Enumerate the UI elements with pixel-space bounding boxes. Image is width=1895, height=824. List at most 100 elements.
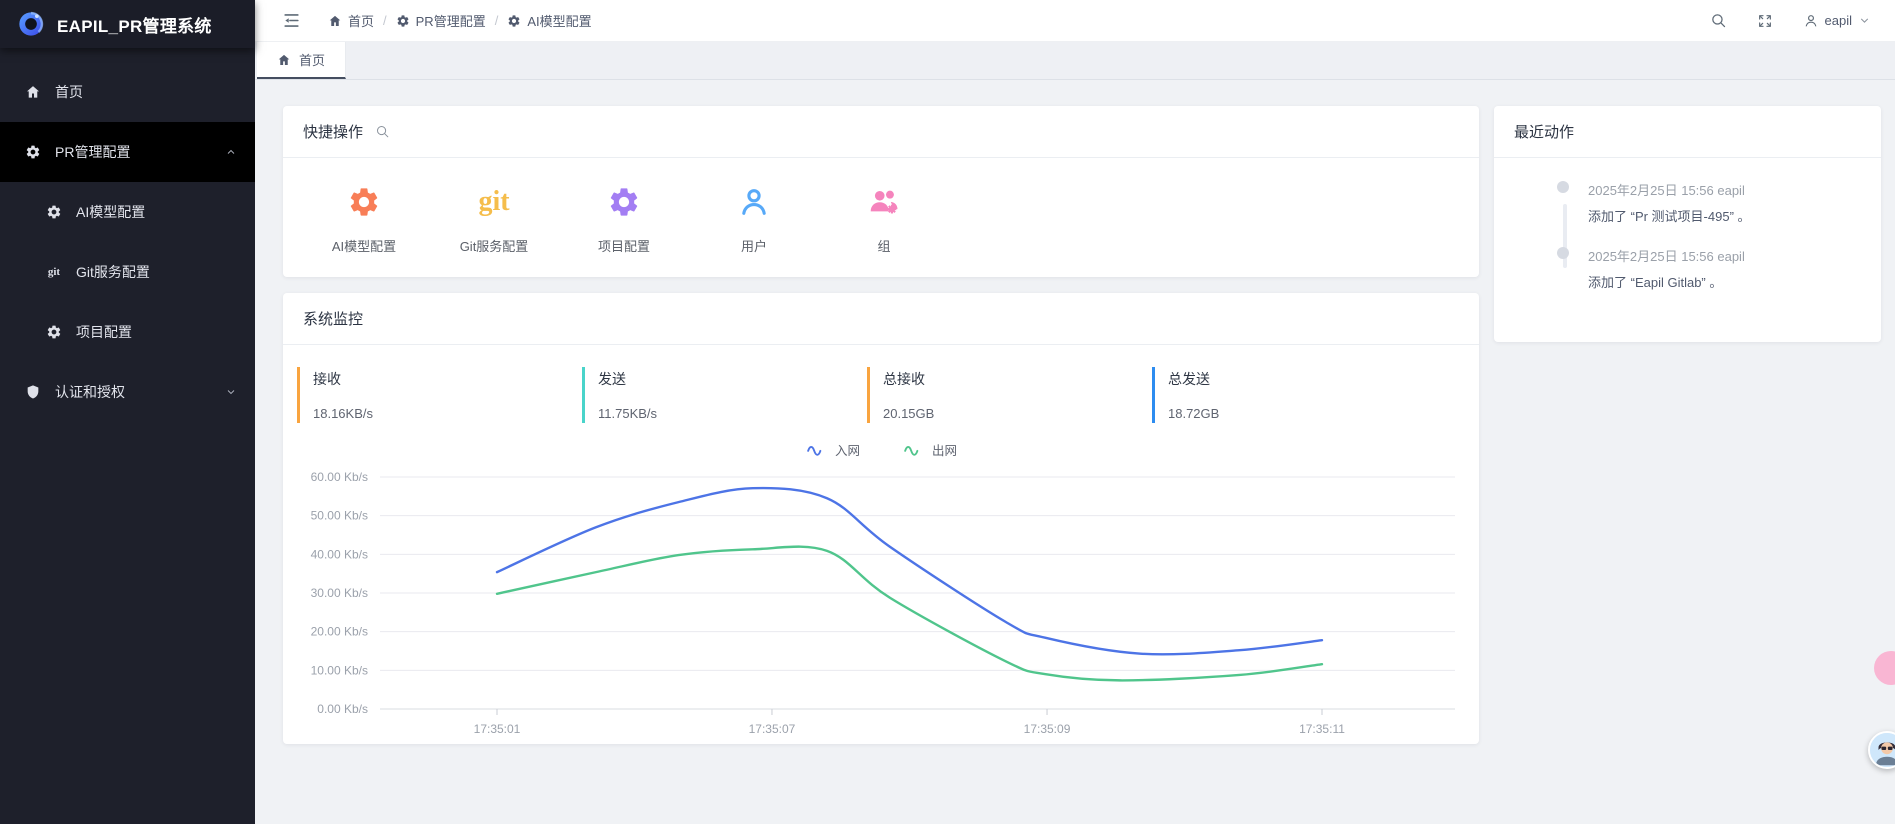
stat-label: 发送 (598, 369, 867, 389)
legend-item-inbound[interactable]: 入网 (805, 440, 860, 459)
shield-icon (25, 384, 41, 400)
quick-action-label: 用户 (741, 236, 767, 255)
svg-text:17:35:11: 17:35:11 (1299, 722, 1345, 736)
breadcrumb-label: PR管理配置 (416, 11, 486, 30)
stat-receive: 接收 18.16KB/s (297, 367, 582, 423)
gear-icon (46, 324, 62, 340)
stat-total-receive: 总接收 20.15GB (867, 367, 1152, 423)
quick-action-label: AI模型配置 (332, 236, 396, 255)
card-title: 最近动作 (1514, 121, 1574, 142)
breadcrumb-pr-config[interactable]: PR管理配置 (396, 11, 486, 30)
breadcrumb-ai-model-config[interactable]: AI模型配置 (507, 11, 591, 30)
svg-text:17:35:09: 17:35:09 (1024, 722, 1071, 736)
quick-action-label: Git服务配置 (460, 236, 529, 255)
app-logo-icon (16, 9, 46, 39)
quick-actions-header: 快捷操作 (283, 106, 1479, 158)
git-icon: git (46, 266, 62, 278)
svg-text:17:35:07: 17:35:07 (749, 722, 796, 736)
user-icon (737, 185, 771, 219)
logo-bar[interactable]: EAPIL_PR管理系统 (0, 0, 255, 48)
user-icon (1803, 13, 1819, 29)
search-button[interactable] (1710, 12, 1727, 29)
stat-total-send: 总发送 18.72GB (1152, 367, 1437, 423)
quick-action-users[interactable]: 用户 (689, 184, 819, 255)
chevron-down-icon (225, 386, 237, 398)
sidebar-collapse-button[interactable] (282, 11, 301, 30)
chart-legend: 入网 出网 (283, 440, 1479, 459)
navbar-right: eapil (1710, 12, 1871, 29)
network-traffic-chart: 0.00 Kb/s10.00 Kb/s20.00 Kb/s30.00 Kb/s4… (283, 459, 1479, 744)
timeline-text: 添加了 “Pr 测试项目-495” 。 (1588, 206, 1863, 225)
quick-action-project-config[interactable]: 项目配置 (559, 184, 689, 255)
search-icon[interactable] (375, 124, 390, 139)
timeline-time: 2025年2月25日 15:56 eapil (1588, 246, 1863, 265)
sidebar-item-label: Git服务配置 (76, 262, 150, 282)
svg-text:30.00 Kb/s: 30.00 Kb/s (311, 586, 368, 600)
quick-action-ai-model-config[interactable]: AI模型配置 (299, 184, 429, 255)
sidebar-item-home[interactable]: 首页 (0, 62, 255, 122)
stat-value: 20.15GB (883, 406, 1152, 421)
sidebar-menu: 首页 PR管理配置 AI模型配置 git Git服务配置 项目配置 (0, 48, 255, 422)
svg-text:17:35:01: 17:35:01 (474, 722, 521, 736)
top-navbar: 首页 / PR管理配置 / AI模型配置 (255, 0, 1895, 42)
sidebar-item-label: 项目配置 (76, 322, 132, 342)
timeline-dot (1557, 181, 1569, 193)
tab-label: 首页 (299, 50, 325, 69)
sidebar-item-auth[interactable]: 认证和授权 (0, 362, 255, 422)
wave-icon (805, 443, 827, 457)
breadcrumb-separator: / (381, 13, 389, 28)
tab-home[interactable]: 首页 (257, 42, 346, 79)
home-icon (277, 53, 291, 67)
user-name: eapil (1825, 13, 1852, 28)
sidebar-item-pr-config[interactable]: PR管理配置 (0, 122, 255, 182)
gear-icon (396, 14, 410, 28)
system-monitor-card: 系统监控 接收 18.16KB/s 发送 11.75KB/s 总接收 (283, 293, 1479, 744)
svg-text:0.00 Kb/s: 0.00 Kb/s (317, 702, 368, 716)
timeline-dot (1557, 247, 1569, 259)
sidebar-submenu-pr-config: AI模型配置 git Git服务配置 项目配置 (0, 182, 255, 362)
menu-fold-icon (282, 11, 301, 30)
breadcrumb-home[interactable]: 首页 (328, 11, 374, 30)
fullscreen-icon (1757, 13, 1773, 29)
quick-actions-row: AI模型配置 git Git服务配置 项目配置 (283, 158, 1479, 277)
search-icon (1710, 12, 1727, 29)
stat-label: 接收 (313, 369, 582, 389)
sidebar-item-project-config[interactable]: 项目配置 (0, 302, 255, 362)
sidebar-item-git-service-config[interactable]: git Git服务配置 (0, 242, 255, 302)
sidebar: EAPIL_PR管理系统 首页 PR管理配置 AI模型配置 git Git服务配… (0, 0, 255, 824)
gear-icon (507, 14, 521, 28)
chevron-up-icon (225, 146, 237, 158)
fullscreen-button[interactable] (1757, 13, 1773, 29)
svg-text:60.00 Kb/s: 60.00 Kb/s (311, 470, 368, 484)
avatar-illustration (1870, 733, 1895, 767)
sidebar-item-label: 认证和授权 (55, 382, 125, 402)
breadcrumb-label: 首页 (348, 11, 374, 30)
app-root: EAPIL_PR管理系统 首页 PR管理配置 AI模型配置 git Git服务配… (0, 0, 1895, 824)
gear-icon (46, 204, 62, 220)
tab-bar: 首页 (255, 42, 1895, 80)
quick-action-groups[interactable]: 组 (819, 184, 949, 255)
stat-label: 总发送 (1168, 369, 1437, 389)
app-title: EAPIL_PR管理系统 (57, 12, 212, 37)
timeline-entry: 2025年2月25日 15:56 eapil 添加了 “Pr 测试项目-495”… (1588, 180, 1863, 225)
sidebar-item-ai-model-config[interactable]: AI模型配置 (0, 182, 255, 242)
system-monitor-header: 系统监控 (283, 293, 1479, 345)
user-menu[interactable]: eapil (1803, 13, 1871, 29)
stat-label: 总接收 (883, 369, 1152, 389)
quick-action-label: 组 (877, 236, 890, 255)
activity-timeline: 2025年2月25日 15:56 eapil 添加了 “Pr 测试项目-495”… (1494, 158, 1881, 342)
recent-actions-card: 最近动作 2025年2月25日 15:56 eapil 添加了 “Pr 测试项目… (1494, 106, 1881, 342)
timeline-entry: 2025年2月25日 15:56 eapil 添加了 “Eapil Gitlab… (1588, 246, 1863, 291)
stat-value: 18.16KB/s (313, 406, 582, 421)
svg-text:20.00 Kb/s: 20.00 Kb/s (311, 625, 368, 639)
legend-item-outbound[interactable]: 出网 (902, 440, 957, 459)
breadcrumb-separator: / (493, 13, 501, 28)
network-stats-row: 接收 18.16KB/s 发送 11.75KB/s 总接收 20.15GB (297, 367, 1479, 423)
home-icon (328, 14, 342, 28)
legend-label: 入网 (835, 440, 860, 459)
sidebar-item-label: 首页 (55, 82, 83, 102)
user-group-icon (867, 185, 901, 219)
quick-action-git-service-config[interactable]: git Git服务配置 (429, 184, 559, 255)
sidebar-item-label: PR管理配置 (55, 142, 130, 162)
page-content: 快捷操作 AI模型配置 git Git服务配置 (255, 80, 1895, 824)
